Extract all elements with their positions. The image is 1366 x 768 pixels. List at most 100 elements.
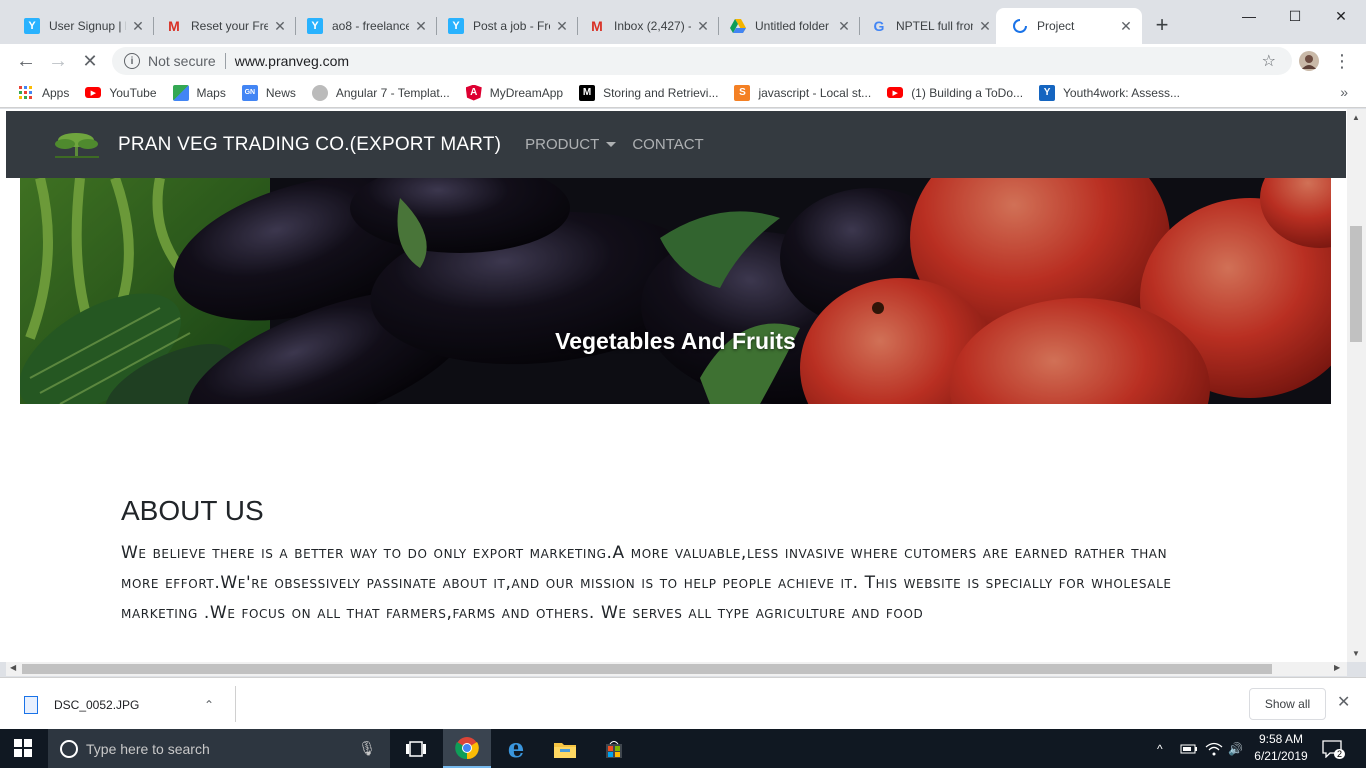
site-brand[interactable]: PRAN VEG TRADING CO.(EXPORT MART) <box>118 134 501 156</box>
drive-icon <box>730 18 746 34</box>
caret-down-icon <box>606 142 617 147</box>
notifications-icon[interactable]: 2 <box>1322 729 1346 768</box>
bookmark-label: Apps <box>42 85 70 100</box>
notification-count: 2 <box>1334 749 1346 759</box>
edge-taskbar-icon[interactable]: e <box>492 729 540 768</box>
windows-taskbar: Type here to search 🎙 e ^ 🔊 9:58 AM 6/21… <box>0 729 1366 768</box>
bookmark-building-todo[interactable]: ▶ (1) Building a ToDo... <box>883 86 1027 100</box>
freelancer-icon: Y <box>448 18 464 34</box>
site-navbar: PRAN VEG TRADING CO.(EXPORT MART) PRODUC… <box>6 111 1346 178</box>
close-window-icon[interactable]: ✕ <box>1318 0 1364 32</box>
scroll-down-arrow-icon[interactable]: ▼ <box>1352 649 1360 658</box>
vertical-scroll-thumb[interactable] <box>1350 226 1362 342</box>
scroll-right-arrow-icon[interactable]: ▶ <box>1334 663 1340 672</box>
volume-icon[interactable]: 🔊 <box>1228 729 1243 768</box>
bookmark-maps[interactable]: Maps <box>169 84 230 101</box>
microphone-icon[interactable]: 🎙 <box>358 740 376 757</box>
loading-icon <box>1012 18 1028 34</box>
youth4work-icon: Y <box>1039 84 1056 101</box>
horizontal-scrollbar[interactable]: ◀ ▶ <box>6 662 1347 676</box>
google-icon: G <box>873 18 885 34</box>
security-label: Not secure <box>148 53 216 69</box>
close-tab-icon[interactable]: ✕ <box>130 18 146 35</box>
close-tab-icon[interactable]: ✕ <box>272 18 288 35</box>
stackoverflow-icon: S <box>734 84 751 101</box>
tab-gmail-inbox[interactable]: M Inbox (2,427) - Gmail ✕ <box>573 8 719 44</box>
windows-start-icon[interactable] <box>14 739 32 757</box>
bookmark-label: MyDreamApp <box>489 85 564 100</box>
bookmark-javascript-local[interactable]: S javascript - Local st... <box>730 84 875 101</box>
tab-title: Reset your Freelancer <box>191 19 268 33</box>
nav-contact-link[interactable]: CONTACT <box>632 136 703 153</box>
forward-arrow-icon[interactable]: → <box>46 49 70 73</box>
tab-strip: Y User Signup | Freelancer ✕ M Reset you… <box>0 0 1366 44</box>
tab-user-signup[interactable]: Y User Signup | Freelancer ✕ <box>8 8 154 44</box>
vertical-scrollbar[interactable]: ▲ ▼ <box>1347 109 1366 662</box>
bookmark-apps[interactable]: Apps <box>14 85 73 101</box>
tab-drive-folder[interactable]: Untitled folder - Drive ✕ <box>714 8 860 44</box>
tab-project-active[interactable]: Project ✕ <box>996 8 1142 44</box>
taskbar-search-box[interactable]: Type here to search 🎙 <box>48 729 390 768</box>
minimize-icon[interactable]: — <box>1226 0 1272 32</box>
tab-title: Project <box>1037 19 1075 33</box>
close-shelf-icon[interactable]: ✕ <box>1337 692 1350 712</box>
info-icon[interactable]: i <box>124 53 140 69</box>
bookmark-youtube[interactable]: ▶ YouTube <box>81 86 160 100</box>
bookmark-label: Maps <box>196 85 226 100</box>
browser-toolbar: ← → ✕ i Not secure www.pranveg.com ☆ ⋮ <box>0 44 1366 78</box>
task-view-icon[interactable] <box>392 729 440 768</box>
chrome-taskbar-icon[interactable] <box>443 729 491 768</box>
close-tab-icon[interactable]: ✕ <box>1118 18 1134 35</box>
menu-dots-icon[interactable]: ⋮ <box>1330 49 1354 73</box>
vegetables-fruits-image <box>20 178 1331 404</box>
bookmark-storing-retrieving[interactable]: M Storing and Retrievi... <box>575 84 722 101</box>
bookmark-star-icon[interactable]: ☆ <box>1262 51 1276 71</box>
nav-product-dropdown[interactable]: PRODUCT <box>525 136 617 153</box>
close-tab-icon[interactable]: ✕ <box>836 18 852 35</box>
close-tab-icon[interactable]: ✕ <box>413 18 429 35</box>
freelancer-icon: Y <box>307 18 323 34</box>
scroll-left-arrow-icon[interactable]: ◀ <box>10 663 16 672</box>
wifi-icon[interactable] <box>1205 729 1223 768</box>
show-all-button[interactable]: Show all <box>1249 688 1326 720</box>
tab-title: User Signup | Freelancer <box>49 19 126 33</box>
url-text[interactable]: www.pranveg.com <box>235 53 349 69</box>
download-item[interactable]: DSC_0052.JPG ⌃ <box>24 690 234 720</box>
stop-loading-icon[interactable]: ✕ <box>78 49 102 73</box>
youtube-icon: ▶ <box>887 87 904 98</box>
close-tab-icon[interactable]: ✕ <box>977 18 993 35</box>
tab-reset-freelancer[interactable]: M Reset your Freelancer ✕ <box>150 8 296 44</box>
store-taskbar-icon[interactable] <box>590 729 638 768</box>
profile-avatar[interactable] <box>1297 49 1321 73</box>
address-bar[interactable]: i Not secure www.pranveg.com ☆ <box>112 47 1292 75</box>
back-arrow-icon[interactable]: ← <box>14 49 38 73</box>
taskbar-clock[interactable]: 9:58 AM 6/21/2019 <box>1246 731 1316 765</box>
bookmark-mydreamapp[interactable]: A MyDreamApp <box>462 84 567 101</box>
scroll-up-arrow-icon[interactable]: ▲ <box>1352 113 1360 122</box>
image-file-icon <box>24 696 38 714</box>
freelancer-icon: Y <box>24 18 40 34</box>
chevron-up-icon[interactable]: ⌃ <box>204 698 214 712</box>
tab-title: Post a job - Freelancer <box>473 19 550 33</box>
file-explorer-icon[interactable] <box>541 729 589 768</box>
new-tab-button[interactable]: + <box>1150 14 1174 38</box>
tree-logo-icon[interactable] <box>51 130 103 160</box>
close-tab-icon[interactable]: ✕ <box>695 18 711 35</box>
apps-grid-icon <box>18 85 34 101</box>
tab-ao8-freelancer[interactable]: Y ao8 - freelancer ✕ <box>291 8 437 44</box>
more-bookmarks-icon[interactable]: » <box>1340 84 1348 100</box>
tab-nptel[interactable]: G NPTEL full from ✕ <box>855 8 1001 44</box>
bookmark-news[interactable]: GN News <box>238 84 300 101</box>
bookmark-label: javascript - Local st... <box>758 85 872 100</box>
maximize-icon[interactable]: ☐ <box>1272 0 1318 32</box>
tab-post-job[interactable]: Y Post a job - Freelancer ✕ <box>432 8 578 44</box>
close-tab-icon[interactable]: ✕ <box>554 18 570 35</box>
bookmark-label: Youth4work: Assess... <box>1063 85 1180 100</box>
bookmark-angular-templat[interactable]: Angular 7 - Templat... <box>308 84 454 101</box>
gmail-icon: M <box>168 18 180 34</box>
show-hidden-icons-icon[interactable]: ^ <box>1157 729 1163 768</box>
battery-icon[interactable] <box>1180 729 1198 768</box>
bookmark-label: Angular 7 - Templat... <box>335 85 450 100</box>
horizontal-scroll-thumb[interactable] <box>22 664 1272 674</box>
bookmark-youth4work[interactable]: Y Youth4work: Assess... <box>1035 84 1184 101</box>
